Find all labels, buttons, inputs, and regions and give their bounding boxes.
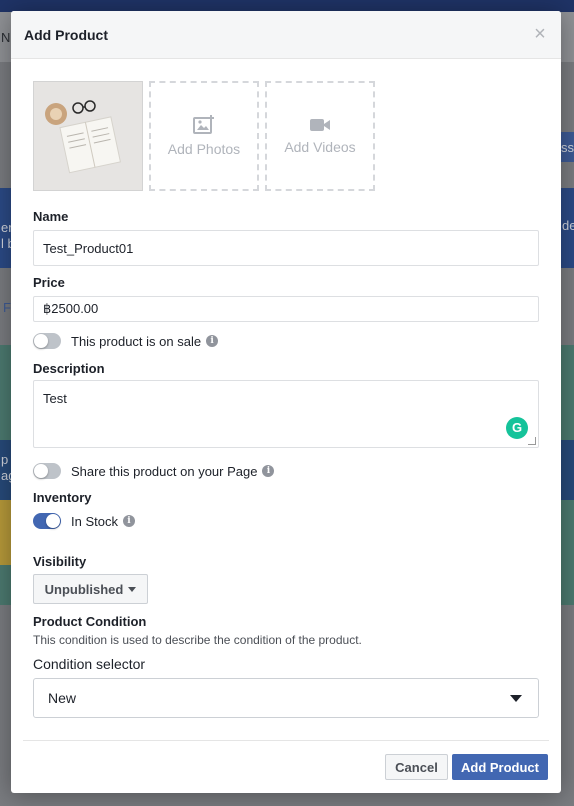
share-row: Share this product on your Page i <box>33 463 275 479</box>
condition-selector-label: Condition selector <box>33 656 146 672</box>
description-textarea[interactable]: Test G <box>33 380 539 448</box>
product-photo-thumbnail[interactable] <box>33 81 143 191</box>
condition-heading: Product Condition <box>33 614 147 629</box>
footer-divider <box>23 740 549 741</box>
price-input[interactable] <box>33 296 539 322</box>
condition-select[interactable]: New <box>33 678 539 718</box>
visibility-dropdown[interactable]: Unpublished <box>33 574 148 604</box>
grammarly-icon[interactable]: G <box>506 417 528 439</box>
bg-text-fragment: F <box>3 300 11 315</box>
bg-text-fragment: de <box>562 218 574 233</box>
info-icon[interactable]: i <box>206 335 219 347</box>
select-arrow-icon <box>510 695 522 702</box>
on-sale-toggle[interactable] <box>33 333 61 349</box>
visibility-value: Unpublished <box>44 581 124 597</box>
product-photo-image <box>34 82 142 190</box>
add-product-button[interactable]: Add Product <box>452 754 548 780</box>
name-input[interactable] <box>33 230 539 266</box>
resize-handle[interactable] <box>528 437 536 445</box>
add-photo-icon <box>193 115 214 134</box>
info-icon[interactable]: i <box>262 465 275 477</box>
name-label: Name <box>33 209 69 224</box>
close-icon[interactable]: × <box>531 24 549 44</box>
condition-value: New <box>48 690 77 706</box>
on-sale-label: This product is on sale <box>71 333 202 349</box>
caret-down-icon <box>128 586 137 592</box>
info-icon[interactable]: i <box>122 515 135 527</box>
dialog-title: Add Product <box>24 27 108 43</box>
on-sale-row: This product is on sale i <box>33 333 219 349</box>
add-photos-button[interactable]: Add Photos <box>149 81 259 191</box>
price-label: Price <box>33 275 65 290</box>
video-camera-icon <box>310 119 330 131</box>
bg-text-fragment: p <box>1 452 9 467</box>
in-stock-label: In Stock <box>71 513 118 529</box>
visibility-label: Visibility <box>33 554 87 569</box>
add-product-dialog: Add Product × Add Photos Add Videos Name… <box>11 11 561 793</box>
share-label: Share this product on your Page <box>71 463 258 479</box>
description-label: Description <box>33 361 105 376</box>
description-value: Test <box>43 391 67 406</box>
add-photos-label: Add Photos <box>167 141 241 157</box>
condition-note: This condition is used to describe the c… <box>33 633 362 647</box>
media-row: Add Photos Add Videos <box>33 81 375 191</box>
inventory-label: Inventory <box>33 490 92 505</box>
bg-text-fragment: ssa <box>561 140 574 155</box>
dialog-header: Add Product × <box>11 11 561 59</box>
add-videos-button[interactable]: Add Videos <box>265 81 375 191</box>
in-stock-toggle[interactable] <box>33 513 61 529</box>
cancel-button[interactable]: Cancel <box>385 754 448 780</box>
share-toggle[interactable] <box>33 463 61 479</box>
add-videos-label: Add Videos <box>284 139 356 155</box>
bg-text-fragment: N <box>1 30 11 45</box>
in-stock-row: In Stock i <box>33 513 135 529</box>
